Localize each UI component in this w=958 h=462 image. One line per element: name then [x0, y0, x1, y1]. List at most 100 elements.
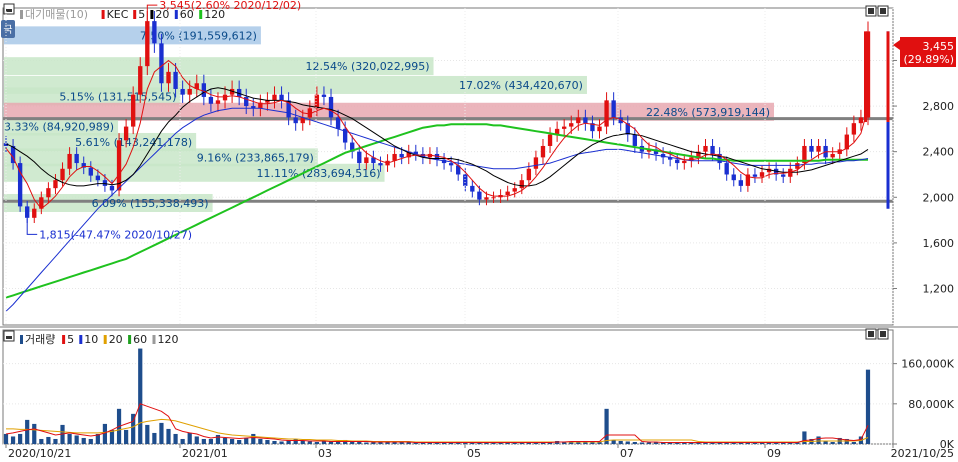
candle-body [547, 134, 553, 146]
volume-bar [632, 441, 637, 444]
volume-profile-label: 12.54% (320,022,995) [306, 60, 430, 73]
candle-body [448, 163, 454, 166]
volume-bar [604, 408, 609, 444]
candle-body [109, 185, 115, 191]
x-axis-label: 03 [318, 447, 332, 460]
candle-body [95, 175, 101, 181]
price-legend-swatch [174, 10, 178, 19]
candle-body [378, 163, 383, 166]
candle-body [731, 174, 736, 181]
volume-bar [865, 369, 871, 444]
candle-body [187, 88, 192, 95]
candle-body [201, 83, 207, 97]
volume-bar [237, 439, 242, 444]
volume-bar [364, 442, 369, 444]
volume-legend-swatch [128, 335, 132, 344]
volume-legend-swatch [152, 335, 156, 344]
volume-bar [774, 442, 779, 444]
volume-bar [258, 438, 263, 444]
price-axis-label: 2,400 [923, 146, 955, 159]
price-legend-label: 20 [155, 8, 169, 21]
x-axis-label: 2021/01 [182, 447, 228, 460]
volume-bar [3, 433, 9, 444]
price-axis-label: 2,000 [923, 191, 955, 204]
x-axis-label: 07 [620, 447, 634, 460]
candle-body [540, 145, 546, 158]
volume-bar [279, 441, 284, 444]
volume-bar [251, 433, 256, 444]
volume-bar [46, 436, 51, 444]
candle-body [88, 167, 93, 176]
candle-body [25, 206, 30, 218]
volume-legend-label: 거래량 [25, 333, 55, 346]
volume-legend-swatch [103, 335, 107, 344]
candle-body [222, 94, 228, 101]
candle-body [53, 180, 58, 189]
candle-body [138, 66, 143, 95]
side-tab-label: 국 [3, 24, 12, 36]
price-axis-label: 1,600 [923, 237, 955, 250]
volume-bar [208, 438, 214, 444]
volume-profile-label: 3.33% (84,920,989) [4, 121, 114, 134]
volume-bar [215, 434, 221, 444]
volume-bar [392, 442, 397, 444]
volume-bar [781, 442, 786, 444]
volume-bar [802, 431, 807, 444]
candle-body [703, 145, 708, 152]
candle-body [152, 21, 157, 44]
candle-body [632, 134, 638, 146]
volume-bar [307, 441, 312, 444]
candle-body [562, 126, 567, 129]
volume-bar [646, 442, 652, 444]
volume-bar [166, 428, 171, 444]
volume-bar [653, 442, 659, 444]
volume-profile-label: 11.11% (283,694,516) [257, 167, 381, 180]
candle-body [738, 180, 743, 186]
x-axis-label: 2020/10/21 [8, 447, 71, 460]
candle-body [215, 100, 221, 104]
volume-bar [25, 419, 30, 444]
volume-bar [357, 441, 362, 444]
candle-body [159, 43, 164, 84]
panel-button-icon [868, 331, 874, 337]
candle-body [604, 100, 609, 127]
price-legend-label: 5 [138, 8, 145, 21]
volume-bar [18, 433, 23, 444]
volume-bar [816, 436, 821, 444]
price-legend-swatch [133, 10, 137, 19]
candle-body [293, 117, 298, 124]
candle-body [781, 174, 786, 177]
volume-bar [74, 435, 79, 444]
price-legend-swatch [101, 10, 105, 19]
candle-body [328, 96, 334, 118]
volume-bar [752, 442, 758, 444]
volume-bar [124, 429, 129, 444]
candle-body [611, 100, 616, 118]
price-legend-swatch [199, 10, 203, 19]
candle-body [131, 94, 136, 127]
candle-body [710, 145, 715, 154]
candle-body [809, 145, 814, 152]
candle-body [505, 191, 510, 196]
volume-bar [39, 438, 44, 444]
price-axis-label: 1,200 [923, 283, 955, 296]
volume-bar [498, 442, 503, 444]
volume-profile-label: 17.02% (434,420,670) [459, 79, 583, 92]
price-legend-swatch [20, 10, 23, 19]
candle-body [272, 94, 277, 101]
last-candle-body [864, 31, 867, 123]
candle-body [816, 145, 821, 152]
volume-bar [399, 442, 404, 444]
x-axis-label: 05 [467, 447, 481, 460]
current-price-change: (29.89%) [903, 53, 954, 66]
volume-bar [244, 437, 249, 444]
candle-body [484, 197, 489, 200]
candle-body [357, 151, 362, 164]
candle-body [166, 71, 171, 84]
volume-profile-label: 6.09% (155,338,493) [92, 197, 209, 210]
volume-bar [272, 440, 277, 444]
volume-bar [222, 437, 228, 444]
candle-body [470, 185, 475, 192]
candle-body [392, 153, 397, 161]
volume-bar [265, 439, 270, 444]
